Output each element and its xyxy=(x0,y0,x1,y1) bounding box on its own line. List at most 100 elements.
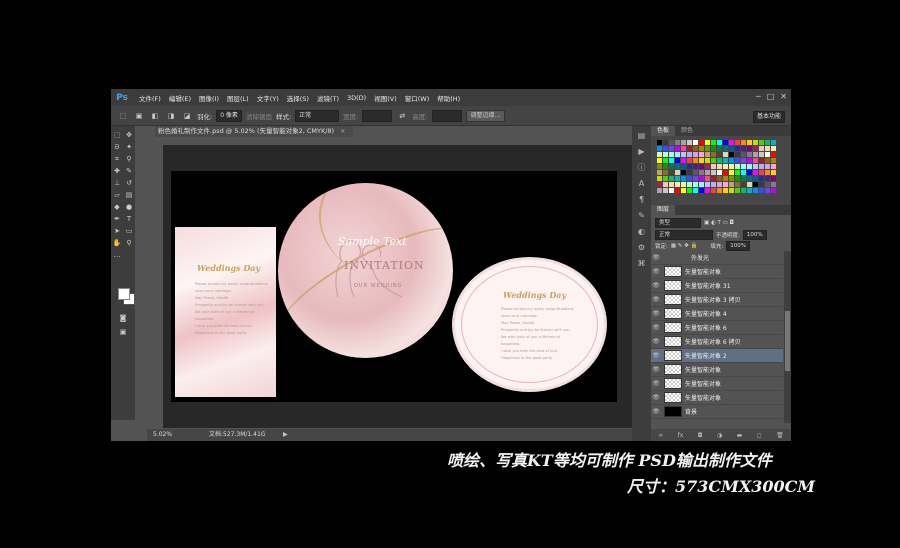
color-swatch[interactable] xyxy=(765,188,770,193)
color-swatch[interactable] xyxy=(675,146,680,151)
color-swatches-fg-bg[interactable] xyxy=(118,288,135,305)
close-window-button[interactable]: ✕ xyxy=(780,92,787,101)
color-swatch[interactable] xyxy=(723,182,728,187)
blur-tool-icon[interactable]: ◆ xyxy=(112,202,122,212)
color-swatch[interactable] xyxy=(693,182,698,187)
color-swatch[interactable] xyxy=(735,164,740,169)
color-swatch[interactable] xyxy=(771,152,776,157)
color-swatch[interactable] xyxy=(735,188,740,193)
color-swatch[interactable] xyxy=(687,188,692,193)
fill-input[interactable]: 100% xyxy=(726,240,750,251)
color-swatch[interactable] xyxy=(693,176,698,181)
color-swatch[interactable] xyxy=(765,158,770,163)
layer-row[interactable]: 👁 矢量智能对象 31 xyxy=(651,279,783,293)
color-swatch[interactable] xyxy=(765,140,770,145)
color-swatch[interactable] xyxy=(687,158,692,163)
color-swatch[interactable] xyxy=(663,182,668,187)
layer-row[interactable]: 👁 矢量智能对象 2 xyxy=(651,349,783,363)
add-mask-icon[interactable]: ◘ xyxy=(698,432,703,439)
color-swatch[interactable] xyxy=(735,158,740,163)
color-swatch[interactable] xyxy=(663,152,668,157)
extra-tools-icon[interactable]: … xyxy=(112,250,122,260)
color-swatch[interactable] xyxy=(687,164,692,169)
path-select-tool-icon[interactable]: ➤ xyxy=(112,226,122,236)
visibility-eye-icon[interactable]: 👁 xyxy=(651,310,661,317)
color-swatch[interactable] xyxy=(741,164,746,169)
hand-tool-icon[interactable]: ✋ xyxy=(112,238,122,248)
color-swatch[interactable] xyxy=(663,158,668,163)
color-swatch[interactable] xyxy=(657,140,662,145)
foreground-color-swatch[interactable] xyxy=(118,288,130,300)
color-swatch[interactable] xyxy=(717,158,722,163)
color-swatch[interactable] xyxy=(717,152,722,157)
styles-panel-icon[interactable]: ⚙ xyxy=(636,242,648,254)
color-swatch[interactable] xyxy=(717,188,722,193)
width-input[interactable] xyxy=(362,109,393,122)
color-swatch[interactable] xyxy=(735,176,740,181)
color-swatch[interactable] xyxy=(705,158,710,163)
color-swatch[interactable] xyxy=(729,176,734,181)
refine-edge-button[interactable]: 调整边缘... xyxy=(465,109,506,122)
move-tool-icon[interactable]: ✥ xyxy=(124,130,134,140)
color-swatch[interactable] xyxy=(699,158,704,163)
color-swatch[interactable] xyxy=(735,152,740,157)
marquee-tool-icon[interactable]: ⬚ xyxy=(112,130,122,140)
color-swatch[interactable] xyxy=(669,140,674,145)
visibility-eye-icon[interactable]: 👁 xyxy=(651,254,661,261)
color-swatch[interactable] xyxy=(663,164,668,169)
color-swatch[interactable] xyxy=(699,170,704,175)
visibility-eye-icon[interactable]: 👁 xyxy=(651,282,661,289)
stamp-tool-icon[interactable]: ⊥ xyxy=(112,178,122,188)
color-swatch[interactable] xyxy=(711,188,716,193)
lock-icons[interactable]: ▦ ✎ ✥ 🔒 xyxy=(671,243,698,249)
screen-mode-icon[interactable]: ▣ xyxy=(118,327,128,337)
color-swatch[interactable] xyxy=(699,188,704,193)
color-swatch[interactable] xyxy=(717,146,722,151)
color-swatch[interactable] xyxy=(669,188,674,193)
color-swatch[interactable] xyxy=(759,158,764,163)
color-swatch[interactable] xyxy=(741,158,746,163)
color-swatch[interactable] xyxy=(711,176,716,181)
color-swatch[interactable] xyxy=(681,164,686,169)
color-swatch[interactable] xyxy=(687,152,692,157)
color-swatch[interactable] xyxy=(705,182,710,187)
swatches-grid[interactable] xyxy=(657,140,781,196)
add-selection-icon[interactable]: ◧ xyxy=(150,111,160,121)
color-swatch[interactable] xyxy=(765,170,770,175)
color-swatch[interactable] xyxy=(699,176,704,181)
color-swatch[interactable] xyxy=(669,176,674,181)
link-layers-icon[interactable]: ∞ xyxy=(658,432,663,439)
color-swatch[interactable] xyxy=(711,146,716,151)
color-swatch[interactable] xyxy=(711,152,716,157)
color-swatch[interactable] xyxy=(693,164,698,169)
color-swatch[interactable] xyxy=(729,152,734,157)
color-swatch[interactable] xyxy=(699,146,704,151)
color-swatch[interactable] xyxy=(717,176,722,181)
color-swatch[interactable] xyxy=(669,146,674,151)
swap-dimensions-icon[interactable]: ⇄ xyxy=(397,111,407,121)
antialias-checkbox[interactable]: 消除锯齿 xyxy=(246,111,272,121)
color-swatch[interactable] xyxy=(699,182,704,187)
opacity-input[interactable]: 100% xyxy=(742,229,767,240)
color-swatch[interactable] xyxy=(771,170,776,175)
color-swatch[interactable] xyxy=(675,140,680,145)
properties-panel-icon[interactable]: ⓘ xyxy=(636,162,648,174)
color-swatch[interactable] xyxy=(681,158,686,163)
color-swatch[interactable] xyxy=(729,146,734,151)
color-swatch[interactable] xyxy=(765,164,770,169)
brush-tool-icon[interactable]: ✎ xyxy=(124,166,134,176)
layer-style-icon[interactable]: fx xyxy=(678,432,684,439)
history-brush-icon[interactable]: ↺ xyxy=(124,178,134,188)
filter-icons[interactable]: ▣ ◐ T ▭ ◘ xyxy=(704,220,734,226)
color-swatch[interactable] xyxy=(675,158,680,163)
color-swatch[interactable] xyxy=(723,176,728,181)
color-swatch[interactable] xyxy=(753,152,758,157)
visibility-eye-icon[interactable]: 👁 xyxy=(651,324,661,331)
color-swatch[interactable] xyxy=(675,176,680,181)
color-swatch[interactable] xyxy=(741,188,746,193)
color-swatch[interactable] xyxy=(759,176,764,181)
crop-tool-icon[interactable]: ⌗ xyxy=(112,154,122,164)
maximize-button[interactable]: □ xyxy=(767,92,775,101)
color-swatch[interactable] xyxy=(723,170,728,175)
new-selection-icon[interactable]: ▣ xyxy=(134,111,144,121)
